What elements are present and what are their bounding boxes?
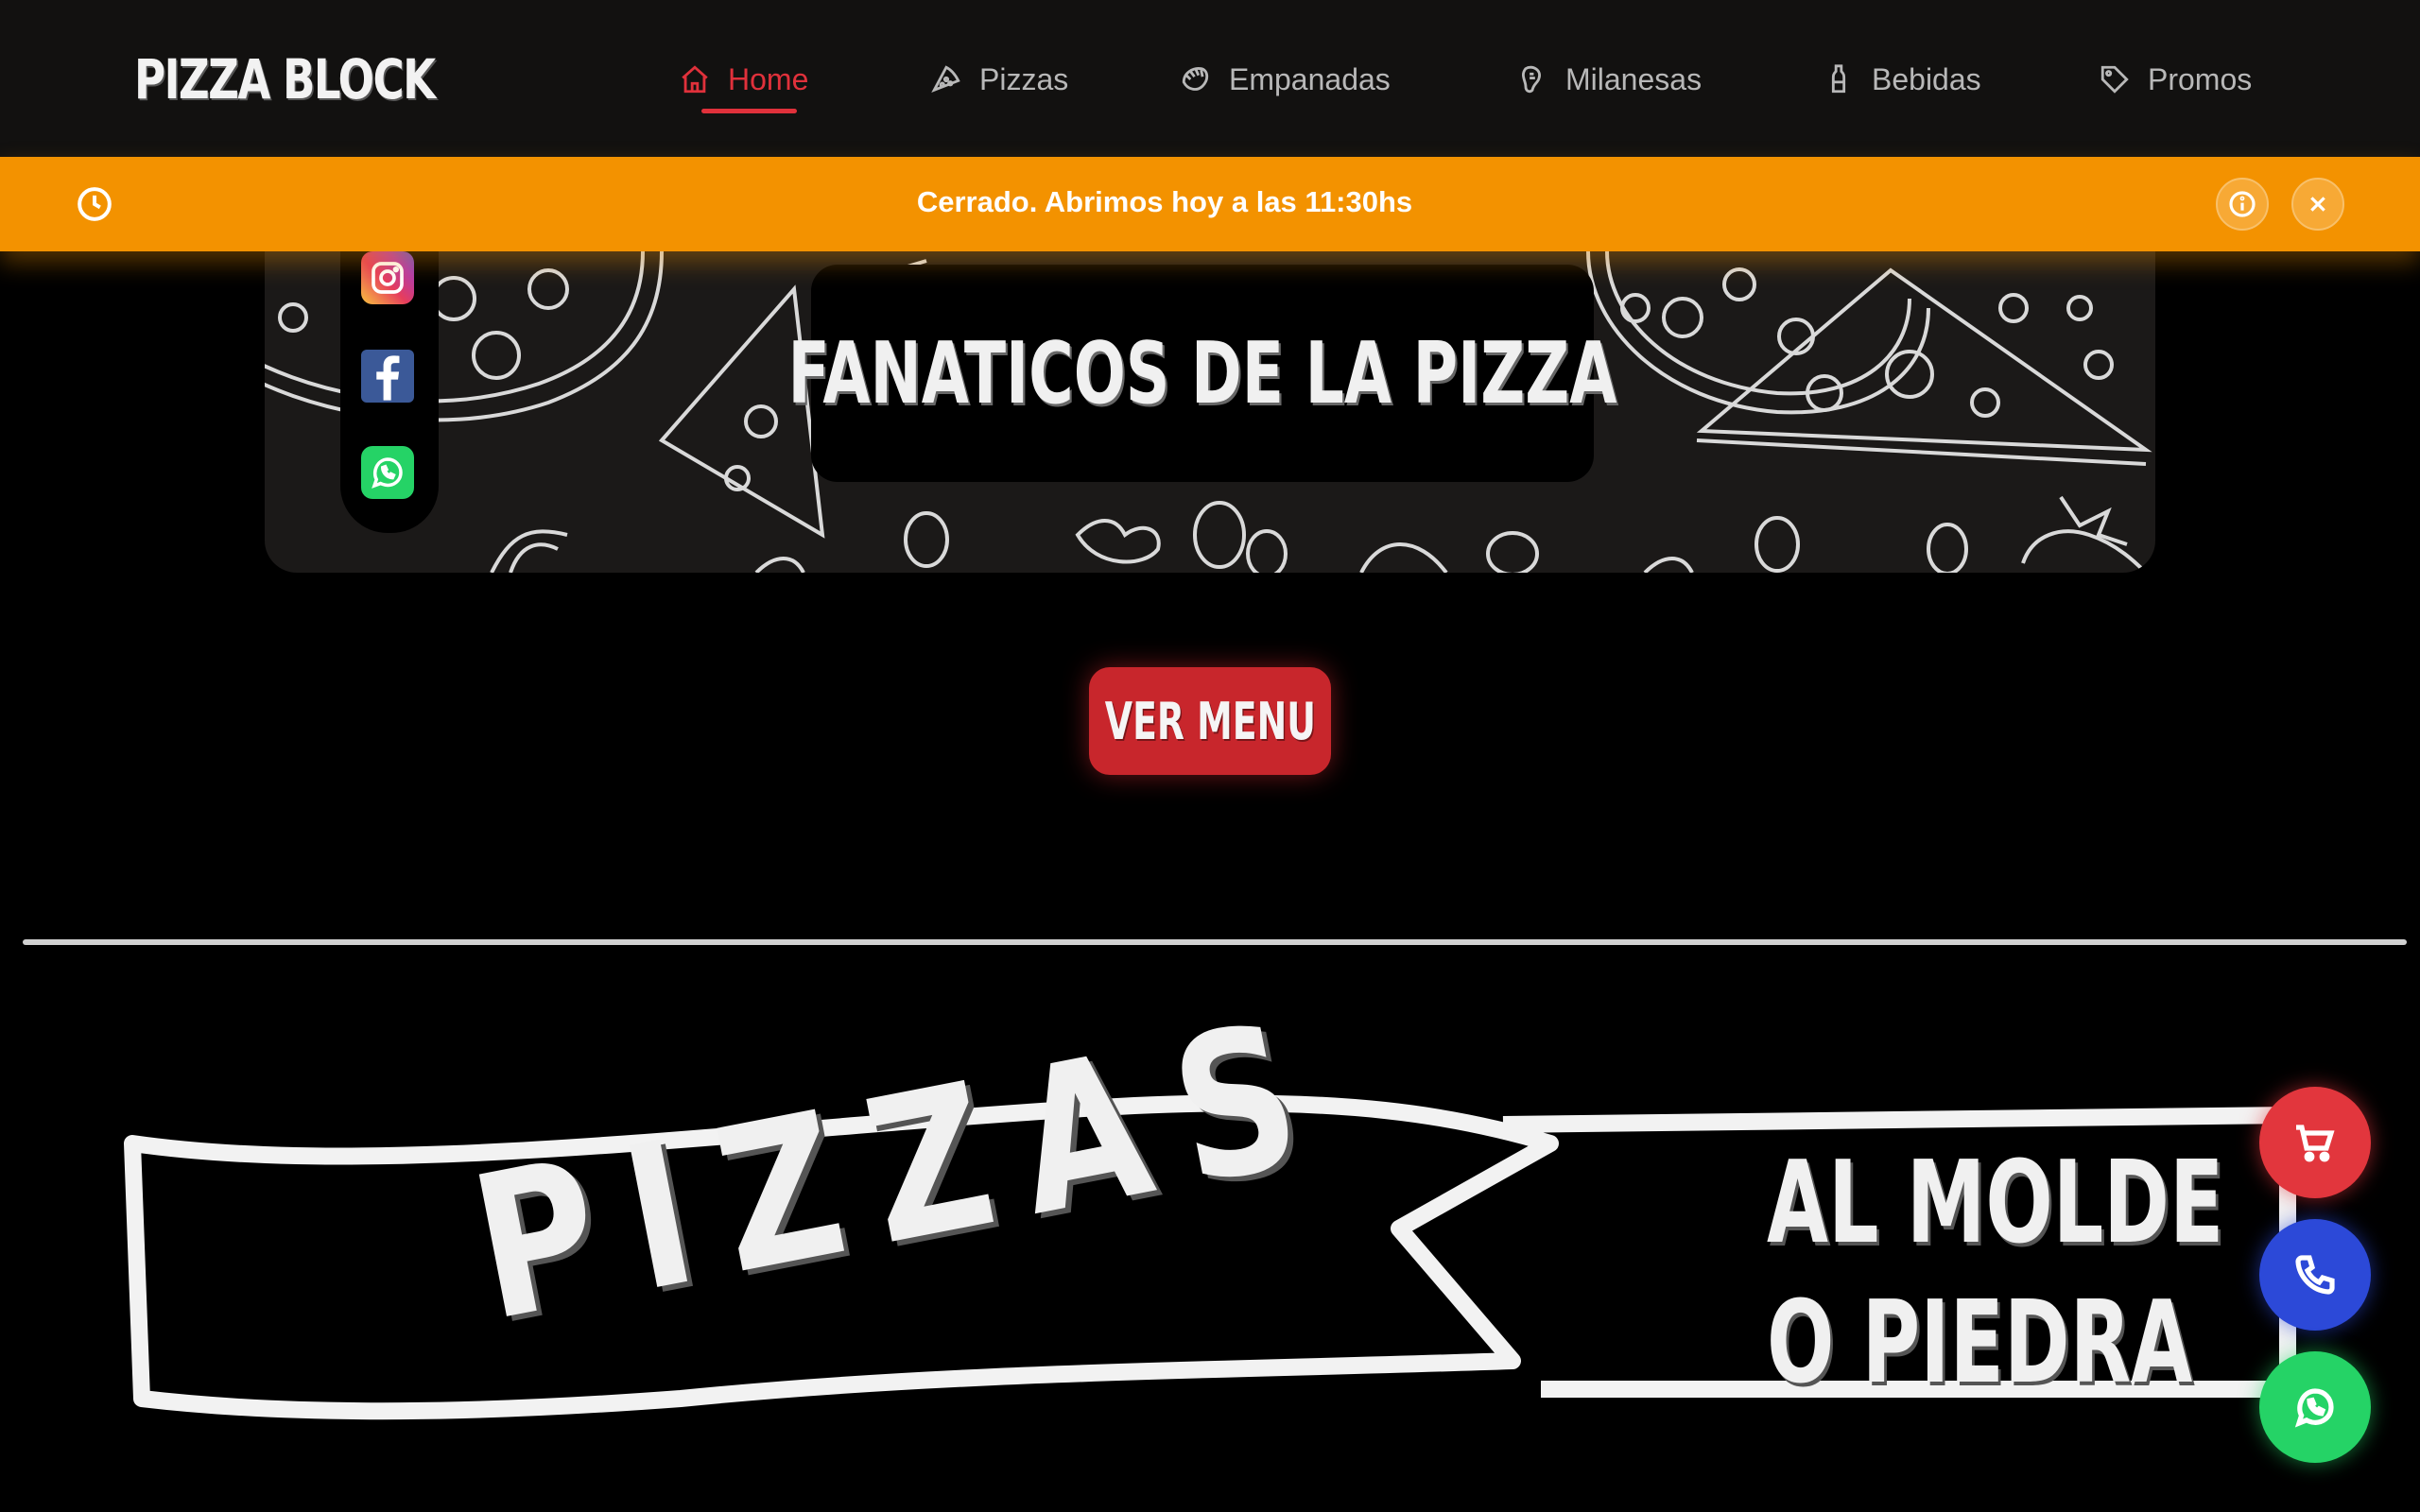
page: PIZZA BLOCK Home Pizzas Empanadas Milane… (0, 0, 2420, 1512)
facebook-icon (376, 355, 400, 401)
whatsapp-link[interactable] (361, 446, 414, 499)
whatsapp-icon (2294, 1388, 2334, 1428)
social-links (340, 251, 439, 533)
nav-item-empanadas[interactable]: Empanadas (1180, 45, 1391, 113)
pizza-slice-icon (931, 65, 960, 94)
nav-item-label: Bebidas (1872, 61, 1981, 96)
call-button[interactable] (2259, 1219, 2371, 1331)
milanesa-icon (1522, 65, 1541, 94)
info-icon (2229, 191, 2256, 217)
ver-menu-button[interactable]: VER MENU (1089, 667, 1331, 775)
section-divider (23, 939, 2407, 945)
nav-item-bebidas[interactable]: Bebidas (1823, 45, 1981, 113)
close-icon (2310, 197, 2325, 212)
hero-title: FANATICOS DE LA PIZZA (787, 323, 1617, 423)
nav-item-label: Pizzas (979, 61, 1069, 96)
nav-item-label: Milanesas (1565, 61, 1703, 96)
empanada-icon (1182, 67, 1209, 91)
hero-banner: FANATICOS DE LA PIZZA (265, 251, 2155, 573)
site-logo[interactable]: PIZZA BLOCK (134, 47, 436, 112)
subheading-line-2: O PIEDRA (1767, 1278, 2193, 1409)
pizza-type-subheading: AL MOLDE O PIEDRA (1767, 1134, 2224, 1414)
store-status-text: Cerrado. Abrimos hoy a las 11:30hs (916, 185, 1413, 218)
nav-item-label: Home (728, 61, 809, 96)
home-icon (682, 65, 708, 94)
store-status-bar: Cerrado. Abrimos hoy a las 11:30hs (0, 157, 2420, 251)
nav-item-milanesas[interactable]: Milanesas (1516, 45, 1702, 113)
cart-icon (2296, 1125, 2335, 1162)
phone-icon (2295, 1255, 2335, 1295)
bottle-icon (1831, 64, 1846, 94)
hero-title-box: FANATICOS DE LA PIZZA (788, 265, 1616, 482)
close-notice-button[interactable] (2291, 178, 2344, 231)
instagram-link[interactable] (361, 251, 414, 304)
nav-item-promos[interactable]: Promos (2099, 45, 2252, 113)
facebook-link[interactable] (361, 350, 414, 403)
instagram-icon (372, 262, 404, 294)
tag-icon (2100, 65, 2129, 94)
nav-item-home[interactable]: Home (679, 45, 808, 113)
info-button[interactable] (2216, 178, 2269, 231)
whatsapp-chat-button[interactable] (2259, 1351, 2371, 1463)
cart-button[interactable] (2259, 1087, 2371, 1198)
nav-item-pizzas[interactable]: Pizzas (930, 45, 1068, 113)
whatsapp-icon (372, 457, 403, 489)
ver-menu-label: VER MENU (1104, 691, 1316, 751)
nav-item-label: Empanadas (1229, 61, 1391, 96)
nav-active-underline (701, 109, 798, 113)
top-header: PIZZA BLOCK Home Pizzas Empanadas Milane… (0, 0, 2420, 157)
subheading-line-1: AL MOLDE (1767, 1138, 2224, 1269)
nav-item-label: Promos (2148, 61, 2253, 96)
